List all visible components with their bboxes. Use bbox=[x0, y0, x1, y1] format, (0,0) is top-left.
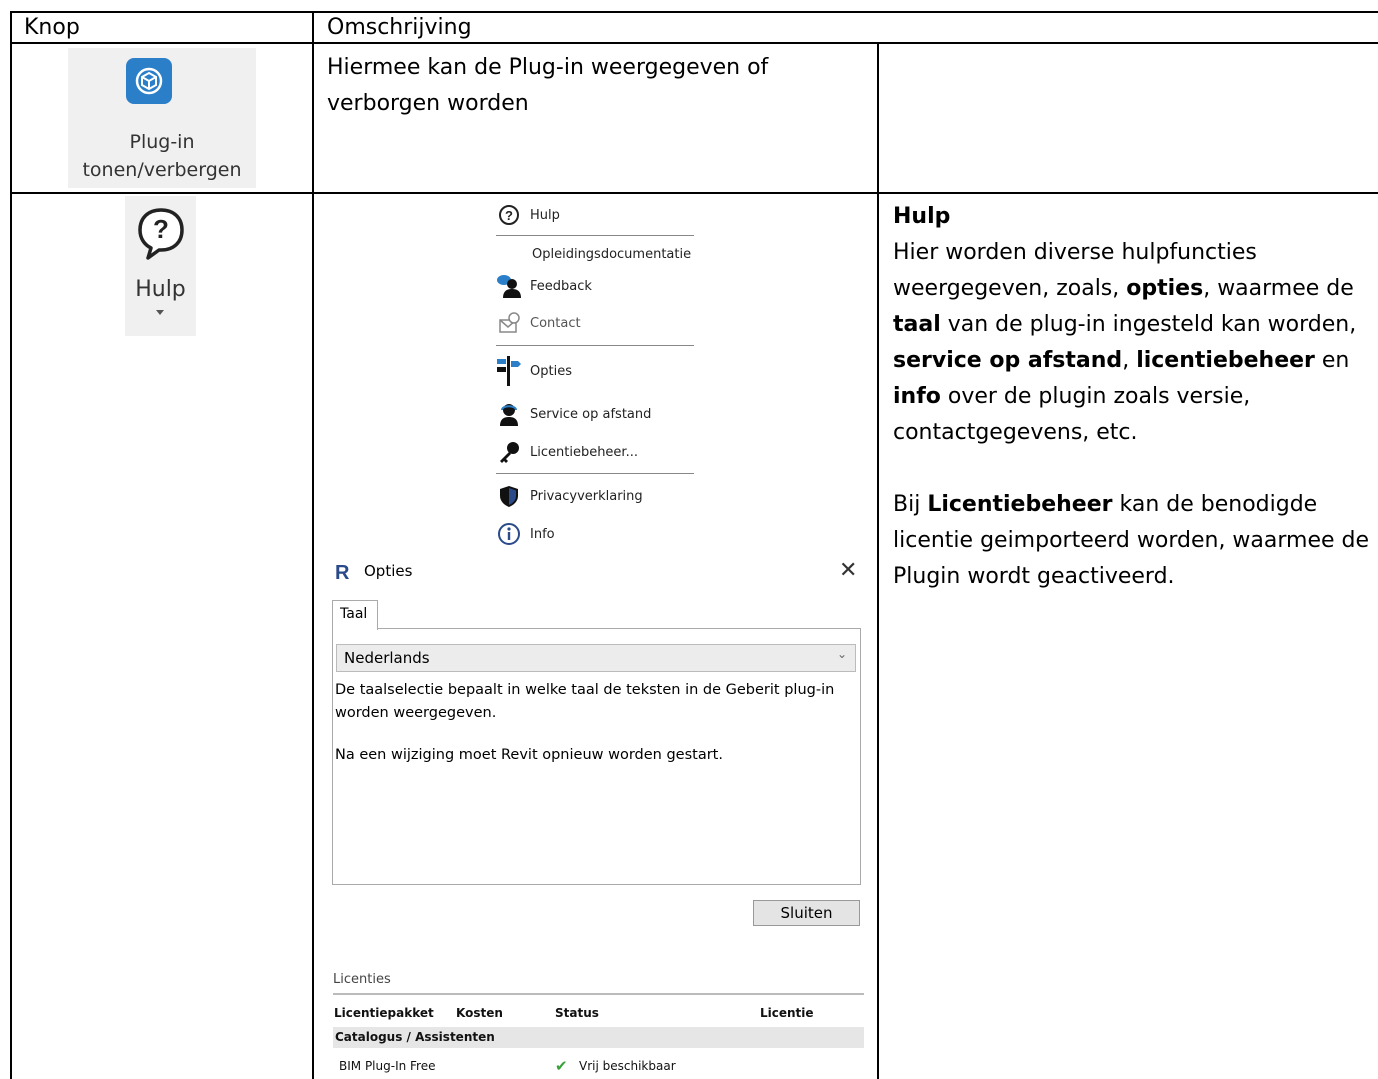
menu-label-service: Service op afstand bbox=[530, 406, 652, 422]
text-run: Bij bbox=[893, 492, 928, 517]
col-status: Status bbox=[555, 1006, 599, 1020]
dialog-title: Opties bbox=[364, 562, 413, 580]
text-run: van de plug-in ingesteld kan worden, bbox=[940, 312, 1357, 337]
plugin-button-label-2: tonen/verbergen bbox=[82, 159, 242, 181]
menu-label-info: Info bbox=[530, 526, 555, 542]
table-top-border bbox=[10, 11, 1378, 13]
options-dialog: R Opties ✕ Taal Nederlands ⌄ De taalsele… bbox=[332, 558, 865, 930]
hulp-description: Hulp Hier worden diverse hulpfuncties we… bbox=[893, 199, 1373, 595]
plugin-button-label-1: Plug-in bbox=[129, 131, 195, 153]
bold-term: service op afstand bbox=[893, 348, 1123, 373]
column-divider-1 bbox=[312, 11, 314, 1079]
menu-label-privacy: Privacyverklaring bbox=[530, 488, 643, 504]
menu-item-info[interactable]: Info bbox=[496, 521, 555, 547]
header-omschrijving: Omschrijving bbox=[327, 15, 472, 40]
col-kosten: Kosten bbox=[456, 1006, 503, 1020]
license-status: Vrij beschikbaar bbox=[579, 1059, 676, 1073]
license-group-label: Catalogus / Assistenten bbox=[335, 1030, 495, 1044]
headset-person-icon bbox=[496, 401, 522, 427]
menu-label-feedback: Feedback bbox=[530, 278, 592, 294]
language-select-value: Nederlands bbox=[344, 649, 430, 667]
hulp-button[interactable]: ? Hulp bbox=[125, 196, 196, 336]
language-select[interactable]: Nederlands ⌄ bbox=[336, 644, 856, 672]
plugin-toggle-button[interactable]: Plug-in tonen/verbergen bbox=[68, 48, 256, 188]
menu-item-feedback[interactable]: Feedback bbox=[496, 273, 592, 299]
licenses-section-title: Licenties bbox=[333, 972, 391, 987]
tab-taal-label: Taal bbox=[340, 606, 368, 622]
menu-label-contact: Contact bbox=[530, 315, 581, 331]
menu-label-opties: Opties bbox=[530, 363, 572, 379]
license-package: BIM Plug-In Free bbox=[339, 1059, 436, 1073]
plugin-cube-icon bbox=[126, 58, 172, 104]
text-run: , bbox=[1122, 348, 1137, 373]
table-left-border bbox=[10, 11, 12, 1079]
restart-note: Na een wijziging moet Revit opnieuw word… bbox=[335, 747, 723, 763]
sluiten-button[interactable]: Sluiten bbox=[753, 900, 860, 926]
column-divider-2 bbox=[877, 42, 879, 1079]
text-run: , waarmee de bbox=[1203, 276, 1354, 301]
col-licentie: Licentie bbox=[760, 1006, 814, 1020]
revit-logo-icon: R bbox=[335, 562, 350, 584]
chevron-down-icon: ⌄ bbox=[836, 647, 847, 661]
menu-label-licentie: Licentiebeheer... bbox=[530, 444, 638, 460]
svg-text:?: ? bbox=[505, 208, 513, 223]
hulp-paragraph-2: Bij Licentiebeheer kan de benodigde lice… bbox=[893, 487, 1373, 595]
menu-separator bbox=[496, 345, 694, 346]
feedback-person-icon bbox=[496, 273, 522, 299]
licenses-divider bbox=[333, 993, 864, 995]
signpost-icon bbox=[496, 356, 522, 386]
bold-term: taal bbox=[893, 312, 941, 337]
bold-term: info bbox=[893, 384, 941, 409]
menu-label-opleidings: Opleidingsdocumentatie bbox=[532, 246, 692, 262]
row1-bottom-border bbox=[10, 192, 1378, 194]
bold-term: Licentiebeheer bbox=[927, 492, 1113, 517]
table-row[interactable]: BIM Plug-In Free ✔ Vrij beschikbaar bbox=[333, 1054, 864, 1076]
language-description-line2: worden weergegeven. bbox=[335, 705, 497, 721]
bold-term: opties bbox=[1126, 276, 1204, 301]
key-icon bbox=[496, 439, 522, 465]
close-icon[interactable]: ✕ bbox=[839, 558, 857, 583]
text-run: over de plugin zoals versie, contactgege… bbox=[893, 384, 1251, 445]
hulp-paragraph-1: Hier worden diverse hulpfuncties weergeg… bbox=[893, 235, 1373, 451]
help-circle-icon: ? bbox=[496, 202, 522, 228]
text-run: en bbox=[1314, 348, 1350, 373]
shield-icon bbox=[496, 483, 522, 509]
menu-separator bbox=[496, 235, 694, 236]
menu-item-service[interactable]: Service op afstand bbox=[496, 401, 651, 427]
bold-term: licentiebeheer bbox=[1136, 348, 1315, 373]
menu-item-opties[interactable]: Opties bbox=[496, 356, 572, 386]
info-icon bbox=[496, 521, 522, 547]
svg-text:?: ? bbox=[153, 214, 169, 244]
menu-item-opleidingsdocumentatie[interactable]: Opleidingsdocumentatie bbox=[532, 241, 691, 267]
check-icon: ✔ bbox=[555, 1057, 568, 1075]
menu-label-hulp: Hulp bbox=[530, 207, 560, 223]
menu-item-privacy[interactable]: Privacyverklaring bbox=[496, 483, 643, 509]
dropdown-arrow-icon bbox=[156, 310, 164, 315]
row1-description: Hiermee kan de Plug-in weergegeven of ve… bbox=[327, 55, 769, 116]
hulp-title: Hulp bbox=[893, 204, 951, 229]
envelope-icon bbox=[496, 310, 522, 336]
hulp-button-label: Hulp bbox=[135, 277, 186, 302]
tab-taal[interactable]: Taal bbox=[332, 600, 378, 630]
help-bubble-icon: ? bbox=[135, 206, 187, 270]
col-licentiepakket: Licentiepakket bbox=[334, 1006, 434, 1020]
license-group-row: Catalogus / Assistenten bbox=[333, 1027, 864, 1048]
menu-item-licentiebeheer[interactable]: Licentiebeheer... bbox=[496, 439, 638, 465]
header-knop: Knop bbox=[24, 15, 80, 40]
menu-separator bbox=[496, 473, 694, 474]
menu-item-contact[interactable]: Contact bbox=[496, 310, 581, 336]
header-bottom-border bbox=[10, 42, 1378, 44]
language-description-line1: De taalselectie bepaalt in welke taal de… bbox=[335, 682, 835, 698]
menu-item-hulp[interactable]: ? Hulp bbox=[496, 202, 560, 228]
